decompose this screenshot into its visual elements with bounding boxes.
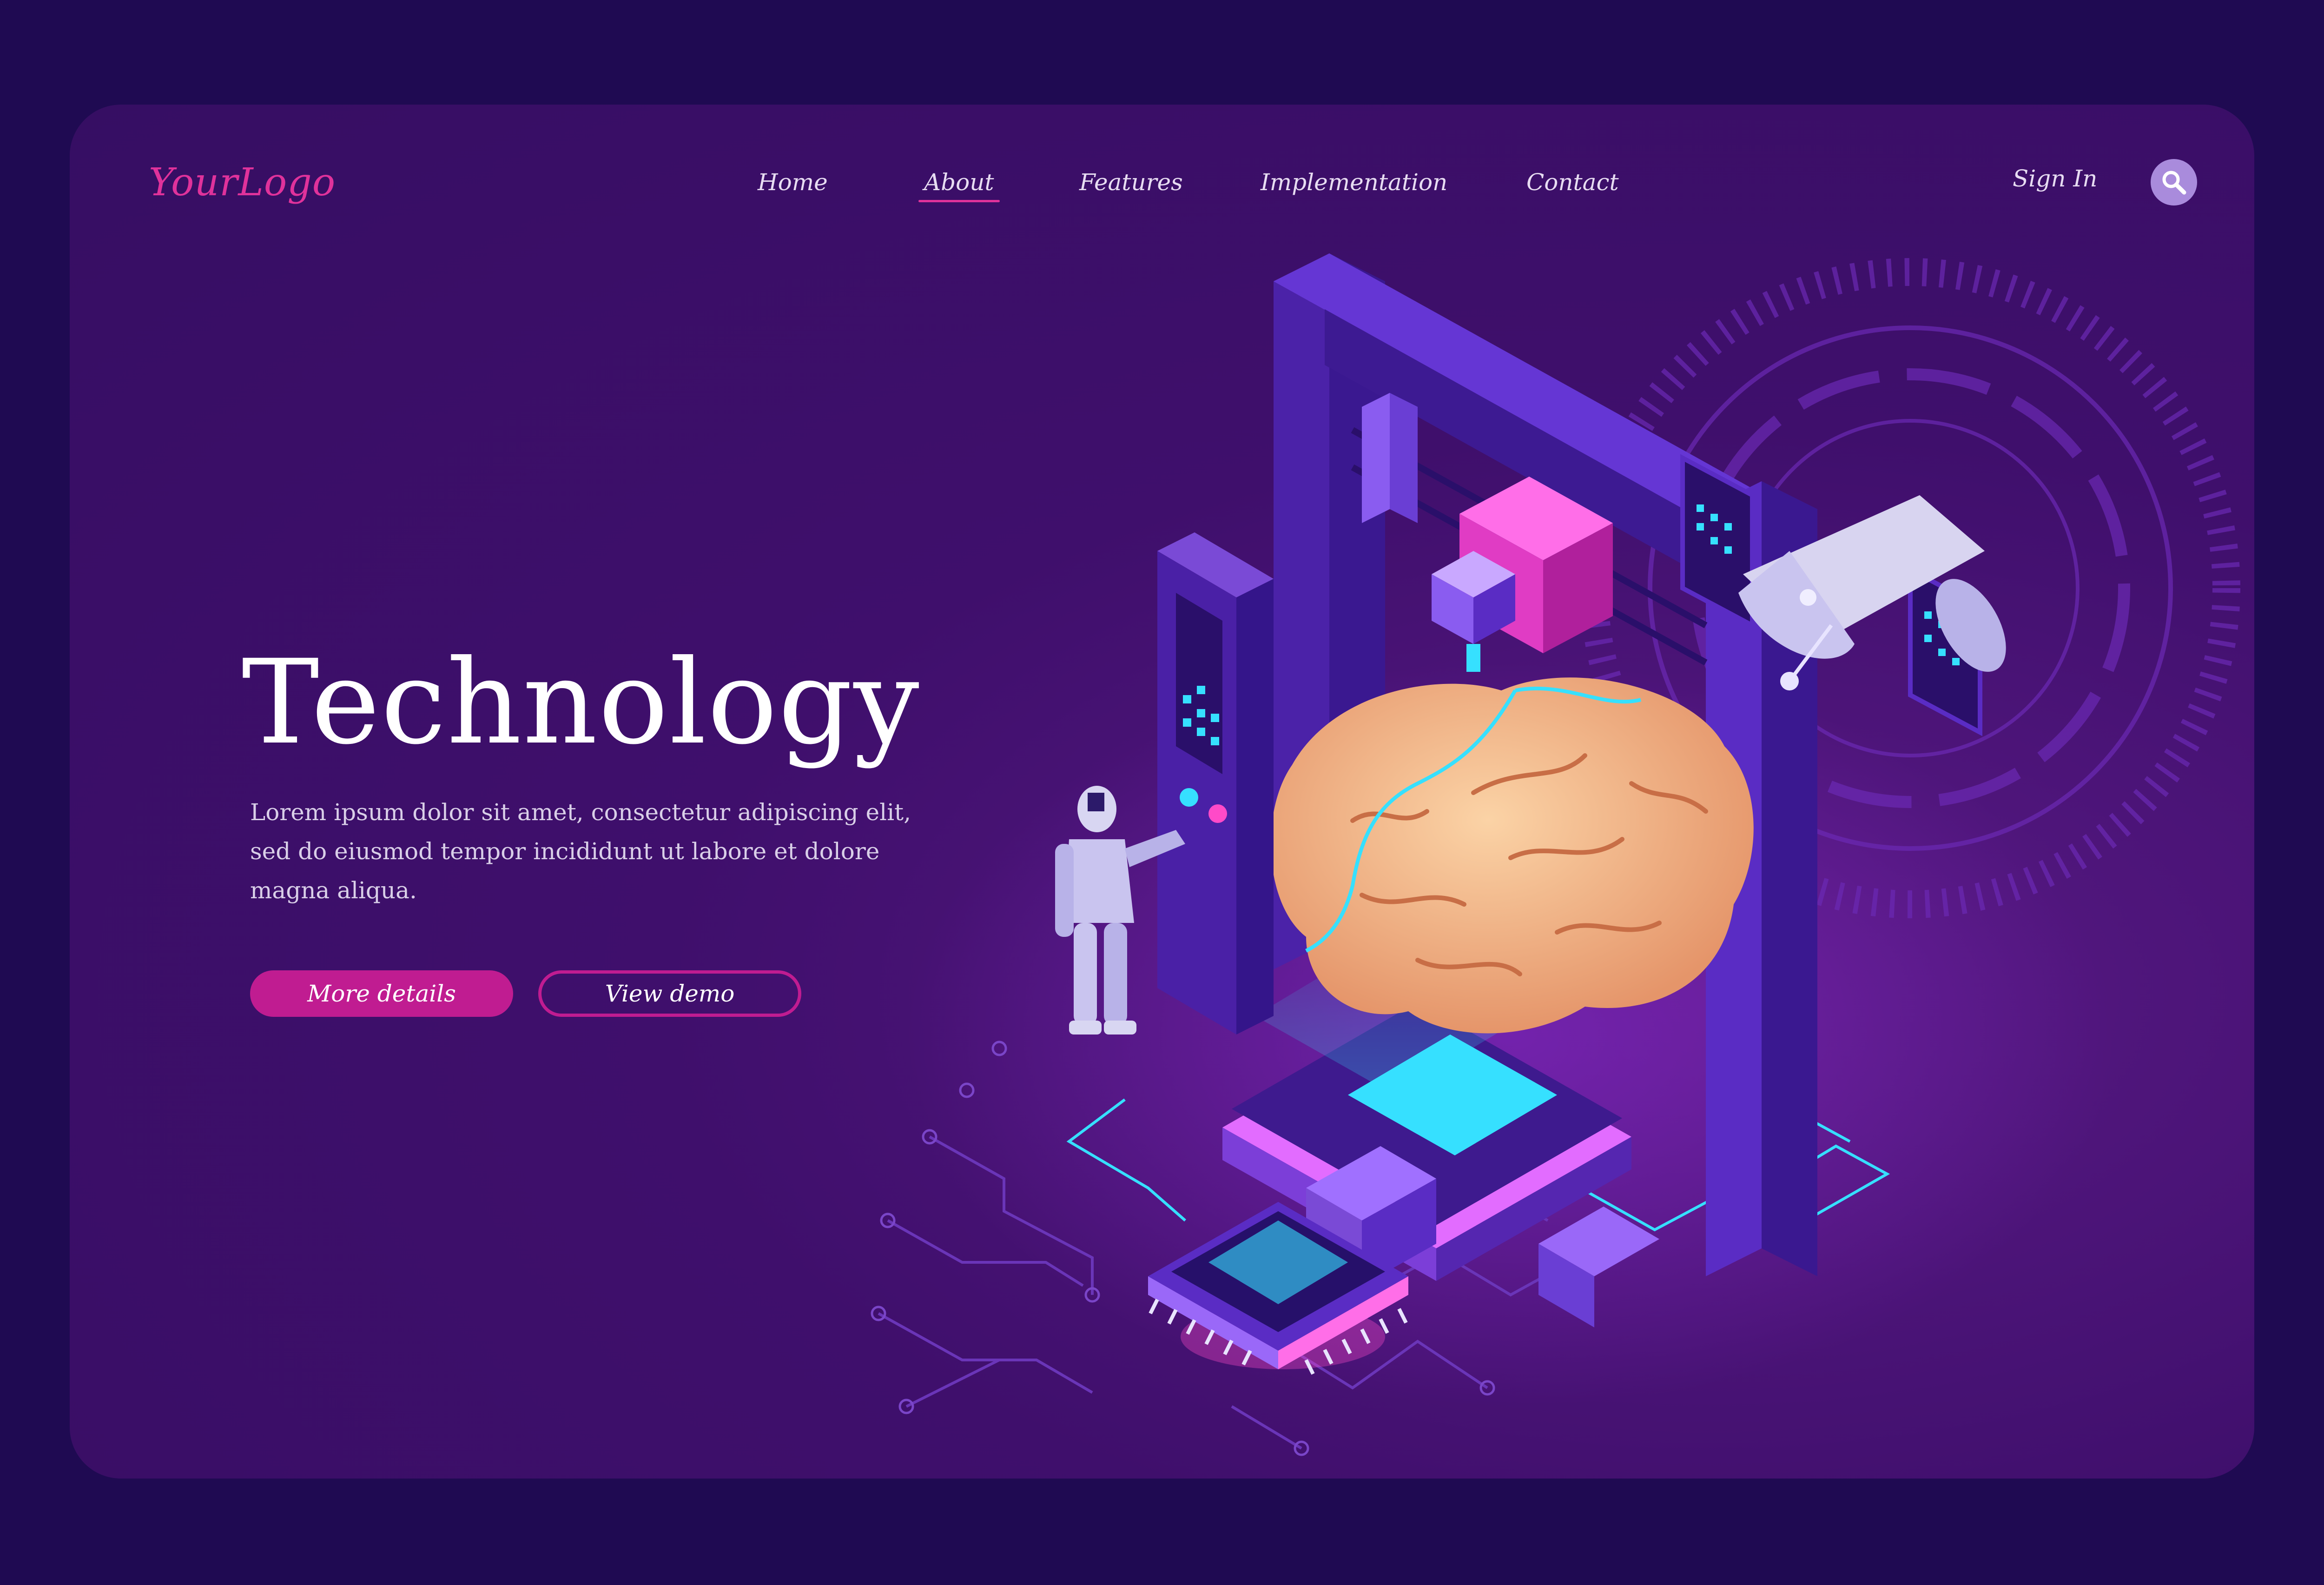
- hero-illustration: [871, 253, 2240, 1456]
- brain-graphic: [1271, 677, 1754, 1034]
- control-panel: [1157, 532, 1274, 1035]
- landing-card: YourLogo Home About Features Implementat…: [70, 105, 2254, 1479]
